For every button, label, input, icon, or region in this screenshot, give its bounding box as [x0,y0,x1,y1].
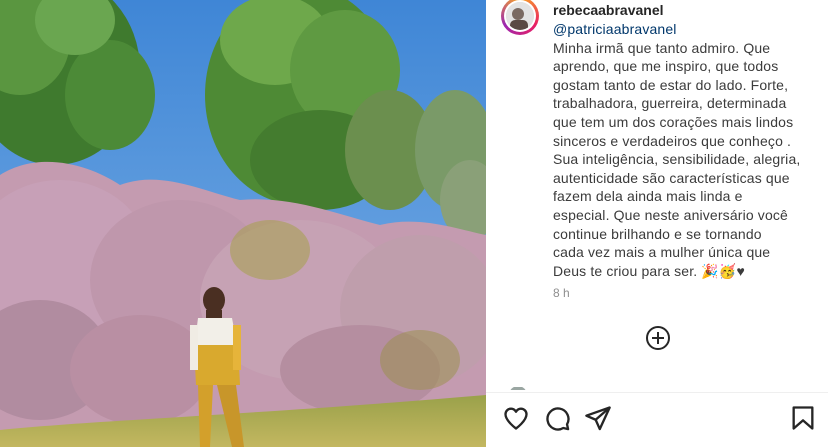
action-bar [486,400,828,436]
caption: @patriciaabravanel Minha irmã que tanto … [553,20,821,280]
paper-plane-icon[interactable] [584,404,612,432]
comment-icon[interactable] [543,404,571,432]
mention-link[interactable]: @patriciaabravanel [553,20,821,39]
heart-icon[interactable] [502,404,530,432]
timestamp: 8 h [553,286,570,300]
username[interactable]: rebecaabravanel [553,2,664,18]
divider [486,392,828,393]
post-photo[interactable] [0,0,486,447]
post-image [0,0,486,447]
bookmark-icon[interactable] [789,404,817,432]
profile-picture [506,2,534,30]
next-comment-peek [508,382,748,390]
plus-circle-icon[interactable] [645,325,671,351]
caption-text: Minha irmã que tanto admiro. Que aprendo… [553,39,801,279]
